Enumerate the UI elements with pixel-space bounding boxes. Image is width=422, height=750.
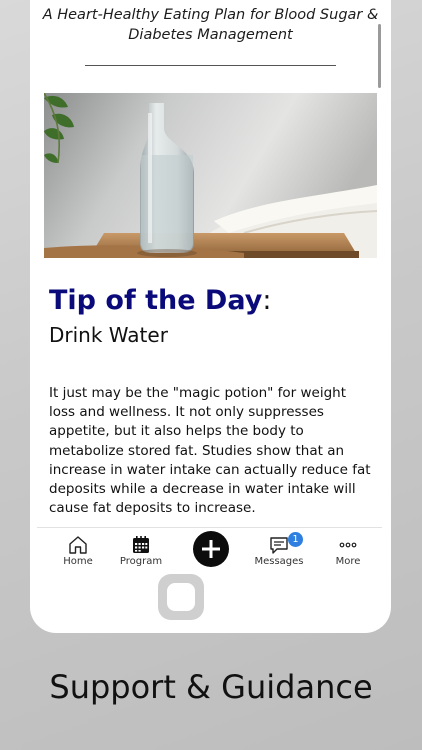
plan-subtitle-line-1: A Heart-Healthy Eating Plan for Blood Su…: [42, 7, 379, 23]
scroll-indicator[interactable]: [378, 24, 381, 88]
chat-icon: [270, 537, 288, 554]
tip-body-text: It just may be the "magic potion" for we…: [49, 385, 371, 517]
plan-subtitle: A Heart-Healthy Eating Plan for Blood Su…: [30, 5, 391, 45]
device-home-button-inner: [167, 583, 195, 611]
plus-icon: [202, 540, 220, 558]
tab-messages[interactable]: 1 Messages: [244, 528, 314, 586]
tab-program-label: Program: [119, 556, 163, 567]
tip-name: Drink Water: [49, 323, 168, 347]
phone-screen: A Heart-Healthy Eating Plan for Blood Su…: [30, 0, 391, 633]
more-dots-icon: [339, 542, 357, 548]
device-home-button[interactable]: [158, 574, 204, 620]
tip-of-the-day-heading: Tip of the Day:: [49, 285, 271, 316]
tip-heading-text: Tip of the Day: [49, 285, 263, 316]
tip-heading-colon: :: [262, 285, 272, 316]
plan-subtitle-line-2: Diabetes Management: [128, 27, 293, 43]
tab-messages-label: Messages: [254, 556, 304, 567]
tab-home[interactable]: Home: [43, 528, 113, 586]
calendar-icon: [133, 536, 149, 553]
home-icon: [69, 536, 87, 554]
divider: [85, 65, 336, 66]
messages-badge: 1: [288, 532, 303, 547]
tab-home-label: Home: [63, 556, 93, 567]
add-button[interactable]: [193, 531, 229, 567]
water-carafe-image: [44, 93, 377, 258]
bottom-tab-bar: Home Program 1 Messages More: [37, 527, 382, 586]
tab-more-label: More: [335, 556, 361, 567]
tab-more[interactable]: More: [313, 528, 383, 586]
promo-caption: Support & Guidance: [49, 668, 373, 706]
